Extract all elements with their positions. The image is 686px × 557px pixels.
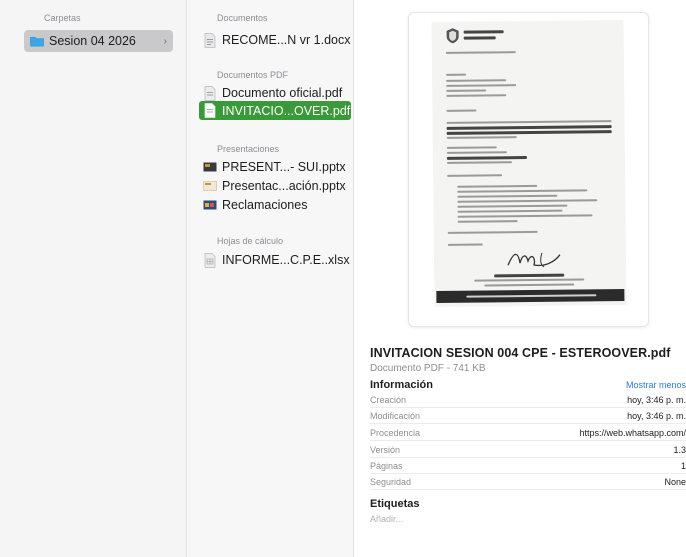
file-label: PRESENT...- SUI.pptx [222, 160, 346, 174]
file-item[interactable]: INFORME...C.P.E..xlsx [203, 250, 350, 270]
preview-file-title: INVITACION SESION 004 CPE - ESTEROOVER.p… [370, 346, 671, 360]
info-row-procedencia: Procedencia https://web.whatsapp.com/ [370, 425, 686, 441]
files-column: Documentos RECOME...N vr 1.docx Document… [187, 0, 354, 557]
folders-column: Carpetas Sesion 04 2026 › [0, 0, 187, 557]
file-label: INVITACIO...OVER.pdf [222, 103, 351, 118]
section-hojas-calculo: Hojas de cálculo [217, 236, 284, 246]
folder-item-sesion[interactable]: Sesion 04 2026 › [24, 30, 173, 52]
document-thumbnail[interactable] [408, 12, 649, 327]
preview-file-subtitle: Documento PDF - 741 KB [370, 363, 486, 374]
info-key: Seguridad [370, 477, 412, 487]
file-item[interactable]: Reclamaciones [203, 195, 307, 215]
document-footer-bar [436, 289, 625, 303]
pptx-file-icon [203, 159, 217, 175]
folder-label: Sesion 04 2026 [49, 34, 136, 48]
info-value: 1.3 [673, 445, 686, 455]
info-row-paginas: Páginas 1 [370, 458, 686, 474]
section-documentos: Documentos [217, 13, 268, 23]
info-value: hoy, 3:46 p. m. [627, 411, 686, 421]
section-presentaciones: Presentaciones [217, 144, 280, 154]
info-value: hoy, 3:46 p. m. [627, 395, 686, 405]
folders-header: Carpetas [44, 13, 81, 23]
preview-panel: INVITACION SESION 004 CPE - ESTEROOVER.p… [354, 0, 686, 557]
info-row-version: Versión 1.3 [370, 442, 686, 458]
info-section-header: Información Mostrar menos [370, 379, 686, 391]
add-tag-field[interactable]: Añadir... [370, 514, 403, 524]
keynote-file-icon [203, 197, 217, 213]
file-label: Documento oficial.pdf [222, 86, 343, 100]
signature-icon [507, 252, 561, 268]
info-row-creacion: Creación hoy, 3:46 p. m. [370, 392, 686, 408]
file-label: Reclamaciones [222, 198, 308, 212]
show-less-button[interactable]: Mostrar menos [626, 380, 686, 390]
info-key: Versión [370, 445, 401, 455]
file-item-selected[interactable]: INVITACIO...OVER.pdf [199, 101, 351, 120]
info-key: Procedencia [370, 428, 421, 438]
file-item[interactable]: PRESENT...- SUI.pptx [203, 157, 346, 177]
crest-logo-icon [446, 28, 459, 44]
info-key: Modificación [370, 411, 421, 421]
info-key: Páginas [370, 461, 403, 471]
info-key: Creación [370, 395, 407, 405]
pdf-file-icon [203, 85, 217, 101]
file-label: RECOME...N vr 1.docx [222, 33, 351, 47]
docx-file-icon [203, 32, 217, 48]
folder-icon [30, 33, 44, 49]
info-row-seguridad: Seguridad None [370, 474, 686, 490]
info-value: 1 [680, 461, 686, 471]
info-row-modificacion: Modificación hoy, 3:46 p. m. [370, 408, 686, 424]
xlsx-file-icon [203, 252, 217, 268]
document-page-image [431, 20, 627, 307]
pptx-file-icon [203, 178, 217, 194]
tags-header: Etiquetas [370, 498, 420, 510]
section-documentos-pdf: Documentos PDF [217, 70, 289, 80]
file-label: Presentac...ación.pptx [222, 179, 346, 193]
file-label: INFORME...C.P.E..xlsx [222, 253, 350, 267]
chevron-right-icon: › [163, 35, 167, 47]
info-label: Información [370, 379, 433, 391]
file-item[interactable]: Documento oficial.pdf [203, 83, 342, 103]
file-item[interactable]: RECOME...N vr 1.docx [203, 30, 351, 50]
file-item[interactable]: Presentac...ación.pptx [203, 176, 346, 196]
info-value[interactable]: https://web.whatsapp.com/ [579, 428, 686, 438]
pdf-file-icon [203, 103, 217, 119]
info-value: None [664, 477, 686, 487]
